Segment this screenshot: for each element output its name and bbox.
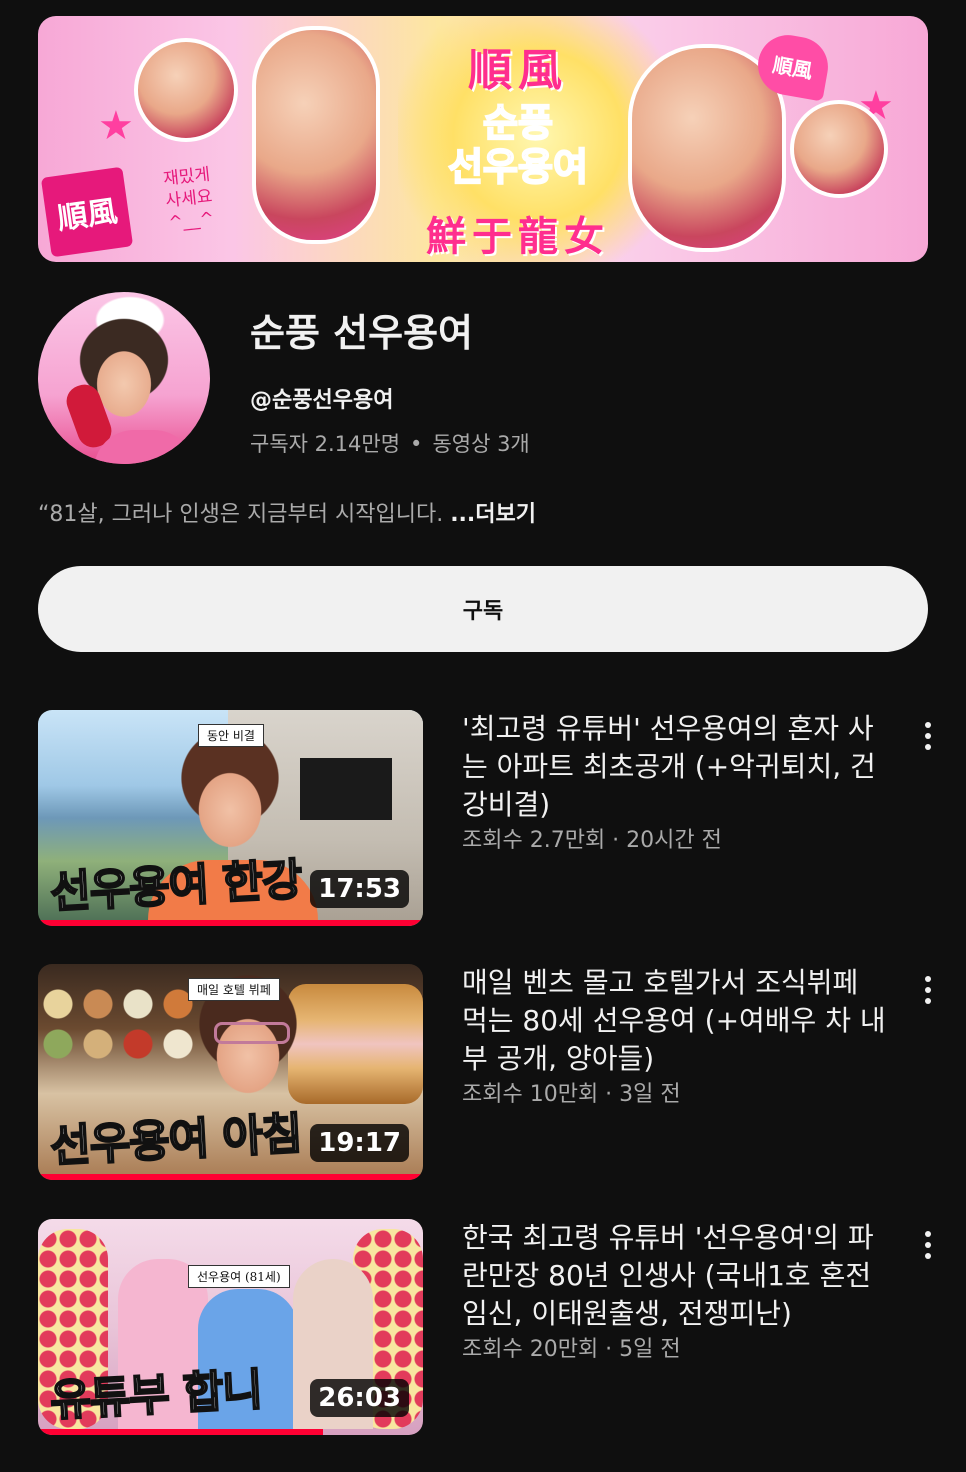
thumb-sandwich (288, 984, 423, 1104)
watch-progress-bar (38, 920, 423, 926)
thumb-tv (300, 758, 392, 820)
video-title[interactable]: 매일 벤츠 몰고 호텔가서 조식뷔페 먹는 80세 선우용여 (+여배우 차 내… (462, 964, 892, 1078)
channel-description[interactable]: “81살, 그러나 인생은 지금부터 시작입니다. ...더보기 (38, 496, 536, 528)
channel-banner: ★ ★ ★ 順風 순풍 선우용여 鮮于龍女 順風 재밌게 사세요 ^__^ 順風 (38, 16, 928, 262)
video-duration: 17:53 (310, 870, 409, 908)
video-meta: 조회수 10만회 · 3일 전 (462, 1082, 681, 1107)
video-thumbnail[interactable]: 매일 호텔 뷔페 선우용여 아침 19:17 (38, 964, 423, 1180)
banner-portrait-small (134, 38, 238, 142)
video-duration: 19:17 (310, 1124, 409, 1162)
watch-progress-bar (38, 1429, 323, 1435)
banner-bottom-hanja: 鮮于龍女 (426, 213, 610, 260)
star-icon: ★ (98, 103, 134, 149)
description-text: “81살, 그러나 인생은 지금부터 시작입니다. (38, 502, 451, 527)
video-title[interactable]: 한국 최고령 유튜버 '선우용여'의 파란만장 80년 인생사 (국내1호 혼전… (462, 1219, 892, 1333)
banner-portrait-sunglasses (790, 100, 888, 198)
video-item[interactable]: 매일 호텔 뷔페 선우용여 아침 19:17 매일 벤츠 몰고 호텔가서 조식뷔… (38, 964, 931, 1180)
subscribe-button[interactable]: 구독 (38, 566, 928, 652)
video-thumbnail[interactable]: 선우용여 (81세) 유튜부 합니 26:03 (38, 1219, 423, 1435)
thumb-caption: 선우용여 아침 (48, 1107, 304, 1173)
video-duration: 26:03 (310, 1379, 409, 1417)
video-meta: 조회수 20만회 · 5일 전 (462, 1337, 681, 1362)
more-link[interactable]: ...더보기 (450, 502, 536, 527)
banner-title-hanja: 順風 (468, 45, 568, 96)
thumb-glasses (214, 1022, 290, 1044)
channel-name: 순풍 선우용여 (250, 311, 473, 355)
video-item[interactable]: 동안 비결 선우용여 한강 17:53 '최고령 유튜버' 선우용여의 혼자 사… (38, 710, 931, 926)
more-options-icon[interactable] (912, 716, 944, 756)
channel-meta: 구독자 2.14만명 • 동영상 3개 (250, 428, 530, 458)
banner-tagline: 재밌게 사세요 ^__^ (162, 164, 215, 234)
thumb-tag: 매일 호텔 뷔페 (188, 978, 280, 1001)
banner-stamp: 順風 (40, 166, 134, 258)
video-title[interactable]: '최고령 유튜버' 선우용여의 혼자 사는 아파트 최초공개 (+악귀퇴치, 건… (462, 710, 892, 824)
channel-avatar[interactable] (38, 292, 210, 464)
meta-separator: • (410, 432, 423, 456)
watch-progress-bar (38, 1174, 423, 1180)
thumb-caption: 선우용여 한강 (48, 853, 304, 919)
subscriber-count: 구독자 2.14만명 (250, 432, 401, 456)
more-options-icon[interactable] (912, 1225, 944, 1265)
video-count: 동영상 3개 (432, 432, 530, 456)
thumb-tag: 선우용여 (81세) (188, 1265, 290, 1288)
thumb-caption: 유튜부 합니 (48, 1363, 264, 1427)
banner-portrait-full (252, 26, 380, 244)
video-thumbnail[interactable]: 동안 비결 선우용여 한강 17:53 (38, 710, 423, 926)
thumb-tag: 동안 비결 (198, 724, 264, 747)
video-item[interactable]: 선우용여 (81세) 유튜부 합니 26:03 한국 최고령 유튜버 '선우용여… (38, 1219, 931, 1435)
more-options-icon[interactable] (912, 970, 944, 1010)
channel-handle: @순풍선우용여 (250, 388, 394, 413)
banner-title-hangul: 순풍 선우용여 (447, 100, 589, 190)
video-meta: 조회수 2.7만회 · 20시간 전 (462, 828, 722, 853)
